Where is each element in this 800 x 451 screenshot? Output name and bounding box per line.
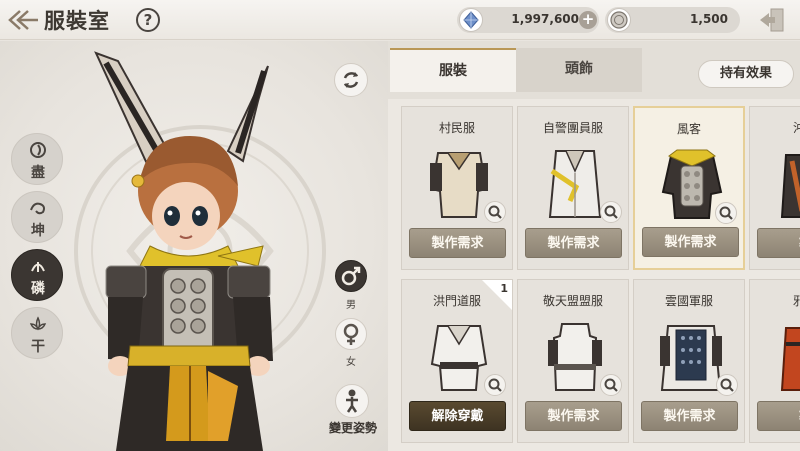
costume-name: 自警團員服: [542, 121, 603, 135]
female-symbol-icon: [343, 323, 359, 345]
element-item-3[interactable]: 磷: [11, 249, 63, 301]
reset-view-button[interactable]: [334, 63, 368, 97]
craft-requirement-button[interactable]: 製作需求: [525, 401, 622, 431]
element-item-1[interactable]: 盡: [11, 133, 63, 185]
zoom-button[interactable]: [715, 202, 737, 224]
male-label: 男: [346, 300, 356, 311]
silver-coin-icon: [607, 8, 631, 32]
costume-card[interactable]: 1 洪門道服 解除穿戴: [401, 279, 513, 443]
blue-gem-icon: [459, 8, 483, 32]
owned-effects-button[interactable]: 持有效果: [698, 60, 794, 88]
change-pose-label: 變更姿勢: [328, 421, 377, 435]
top-bar: 服裝室 ? 1,997,600 + 1,500: [0, 0, 800, 40]
tab-costume[interactable]: 服裝: [390, 48, 516, 92]
category-tabs: 服裝 頭飾 持有效果: [388, 48, 800, 92]
costume-card[interactable]: 雲國軍服 製作需求: [633, 279, 745, 443]
costume-panel: 服裝 頭飾 持有效果 村民服 製作需求 自警團員服 製作需求 風客 製作需求 沖…: [388, 41, 800, 451]
costume-card-selected[interactable]: 風客 製作需求: [633, 106, 745, 270]
swirl-icon: [30, 142, 46, 158]
dragon-icon: [30, 202, 45, 215]
zoom-button[interactable]: [484, 201, 506, 223]
help-button[interactable]: ?: [136, 8, 160, 32]
exit-door-icon: [760, 8, 784, 32]
costume-name: 雲國軍服: [664, 294, 713, 308]
gem-amount: 1,997,600: [511, 12, 579, 26]
element-label: 盡: [31, 165, 45, 181]
page-title: 服裝室: [44, 9, 110, 33]
costume-card[interactable]: 村民服 製作需求: [401, 106, 513, 270]
back-arrow-icon: [8, 10, 38, 30]
element-label: 坤: [31, 223, 45, 239]
costume-name: 敬天盟盟服: [542, 294, 603, 308]
exit-button[interactable]: [757, 6, 787, 34]
male-gender-button[interactable]: [335, 260, 367, 292]
person-pose-icon: [346, 389, 358, 413]
element-label: 磷: [31, 281, 45, 297]
male-symbol-icon: [341, 266, 361, 286]
costume-card[interactable]: 沖角 製: [749, 106, 800, 270]
element-item-4[interactable]: 干: [11, 307, 63, 359]
magnifier-icon: [488, 378, 502, 392]
costume-name: 沖角: [792, 121, 800, 135]
costume-image: [780, 154, 800, 218]
costume-image: [780, 327, 800, 391]
currency-coins: 1,500: [605, 7, 740, 33]
element-item-2[interactable]: 坤: [11, 191, 63, 243]
change-pose-button[interactable]: [335, 384, 369, 418]
craft-requirement-button[interactable]: 製作需求: [641, 401, 738, 431]
coin-amount: 1,500: [690, 12, 728, 26]
costume-card[interactable]: 自警團員服 製作需求: [517, 106, 629, 270]
character-model[interactable]: [78, 41, 308, 451]
craft-requirement-button[interactable]: 製: [757, 228, 800, 258]
spirit-icon: [31, 262, 45, 272]
magnifier-icon: [604, 378, 618, 392]
element-label: 干: [31, 339, 45, 355]
costume-name: 村民服: [438, 121, 475, 135]
costume-name: 洪門道服: [432, 294, 481, 308]
magnifier-icon: [719, 206, 733, 220]
craft-requirement-button[interactable]: 製作需求: [525, 228, 622, 258]
zoom-button[interactable]: [600, 374, 622, 396]
currency-gems: 1,997,600 +: [457, 7, 599, 33]
craft-requirement-button[interactable]: 製作需求: [409, 228, 506, 258]
unequip-button[interactable]: 解除穿戴: [409, 401, 506, 431]
magnifier-icon: [604, 205, 618, 219]
add-gems-button[interactable]: +: [579, 11, 597, 29]
character-preview-stage[interactable]: 盡 坤 磷 干 男 女 變更姿勢: [0, 41, 388, 451]
craft-requirement-button[interactable]: 製作需求: [642, 227, 739, 257]
female-label: 女: [346, 357, 356, 368]
lotus-icon: [29, 316, 47, 331]
back-button[interactable]: [6, 7, 40, 33]
zoom-button[interactable]: [484, 374, 506, 396]
female-gender-button[interactable]: [335, 318, 367, 350]
zoom-button[interactable]: [716, 374, 738, 396]
magnifier-icon: [720, 378, 734, 392]
costume-grid: 村民服 製作需求 自警團員服 製作需求 風客 製作需求 沖 1 洪門道服 解除穿…: [388, 99, 800, 451]
magnifier-icon: [488, 205, 502, 219]
costume-card[interactable]: 敬天盟盟服 製作需求: [517, 279, 629, 443]
costume-name: 風客: [676, 122, 701, 136]
costume-name: 邪魔: [792, 294, 800, 308]
refresh-icon: [343, 72, 359, 88]
tab-headwear[interactable]: 頭飾: [516, 48, 642, 92]
craft-requirement-button[interactable]: 製: [757, 401, 800, 431]
costume-card[interactable]: 邪魔 製: [749, 279, 800, 443]
element-selector: 盡 坤 磷 干: [11, 133, 67, 365]
zoom-button[interactable]: [600, 201, 622, 223]
